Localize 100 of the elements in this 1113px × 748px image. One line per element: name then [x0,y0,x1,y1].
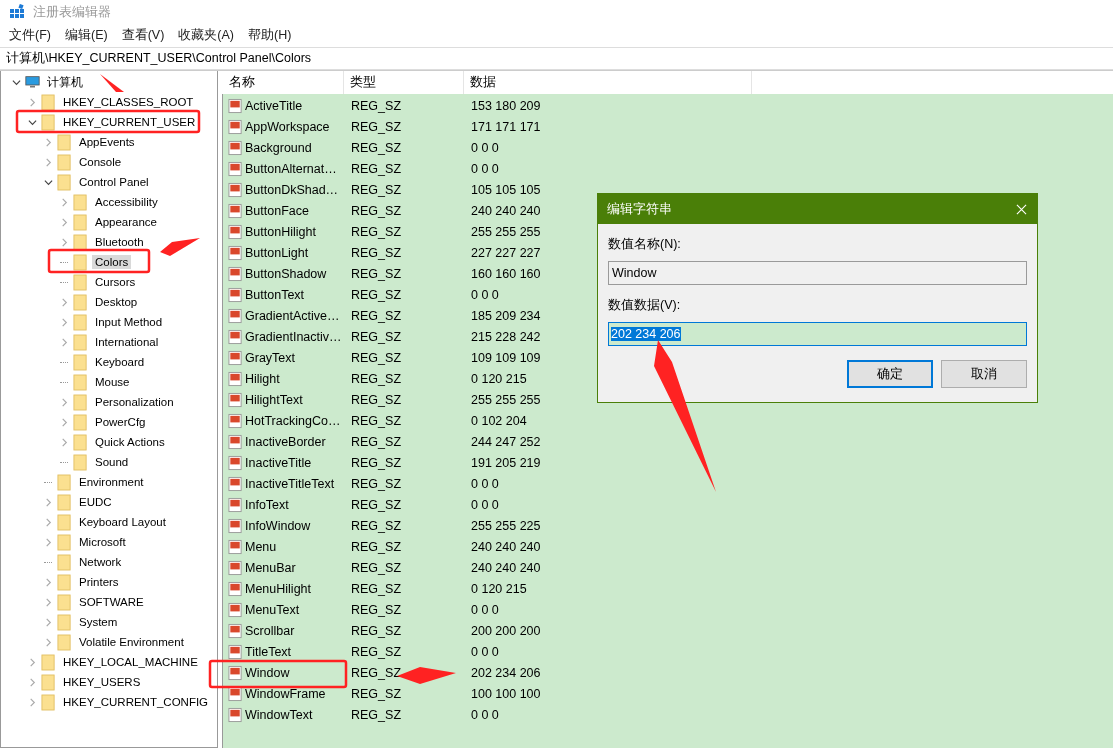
expand-chevron-icon[interactable] [43,597,53,607]
tree-item[interactable]: Environment [76,475,147,489]
table-cell: 0 102 204 [471,413,527,428]
expand-chevron-icon[interactable] [27,657,37,667]
tree-item[interactable]: Bluetooth [92,235,147,249]
tree-item[interactable]: Quick Actions [92,435,168,449]
menu-item[interactable]: 编辑(E) [57,26,115,44]
expand-chevron-icon[interactable] [59,217,69,227]
tree-item[interactable]: Console [76,155,125,169]
folder-icon [57,153,72,171]
expand-chevron-icon[interactable] [59,417,69,427]
tree-item[interactable]: Mouse [92,375,133,389]
expand-chevron-icon[interactable] [27,677,37,687]
table-cell: REG_SZ [351,140,401,155]
table-cell: 185 209 234 [471,308,541,323]
tree-item[interactable]: Printers [76,575,122,589]
expand-chevron-icon[interactable] [59,397,69,407]
registry-app-icon [9,4,25,20]
tree-item[interactable]: International [92,335,162,349]
address-bar[interactable]: 计算机\HKEY_CURRENT_USER\Control Panel\Colors [0,47,1113,70]
table-cell: REG_SZ [351,266,401,281]
tree-item[interactable]: Accessibility [92,195,161,209]
expand-chevron-icon[interactable] [43,577,53,587]
close-icon[interactable] [1016,203,1027,215]
expand-chevron-icon[interactable] [59,337,69,347]
value-data-field[interactable]: 202 234 206 [608,322,1027,346]
expand-chevron-icon[interactable] [27,697,37,707]
tree-item[interactable]: Microsoft [76,535,129,549]
folder-icon [73,373,88,391]
tree-item[interactable]: Cursors [92,275,139,289]
tree-item[interactable]: HKEY_CLASSES_ROOT [60,95,197,109]
tree-item[interactable]: Desktop [92,295,141,309]
table-cell: 255 255 255 [471,224,541,239]
tree-item[interactable]: Network [76,555,125,569]
folder-icon [57,573,72,591]
tree-item[interactable]: EUDC [76,495,115,509]
tree-item[interactable]: SOFTWARE [76,595,147,609]
expand-chevron-icon[interactable] [43,157,53,167]
expand-chevron-icon[interactable] [43,497,53,507]
tree-item[interactable]: Volatile Environment [76,635,187,649]
table-cell: 0 0 0 [471,140,499,155]
table-cell: REG_SZ [351,203,401,218]
folder-icon [41,113,56,131]
table-cell: ButtonFace [245,203,309,218]
table-cell: REG_SZ [351,161,401,176]
table-cell: REG_SZ [351,497,401,512]
table-cell: REG_SZ [351,329,401,344]
collapse-chevron-icon[interactable] [27,117,37,127]
tree-item[interactable]: 计算机 [44,73,86,91]
tree-item[interactable]: Appearance [92,215,161,229]
collapse-chevron-icon[interactable] [11,77,21,87]
window-title: 注册表编辑器 [33,3,111,21]
tree-item[interactable]: HKEY_CURRENT_USER [60,115,199,129]
tree-item[interactable]: HKEY_CURRENT_CONFIG [60,695,212,709]
expand-chevron-icon[interactable] [59,237,69,247]
tree-item[interactable]: HKEY_LOCAL_MACHINE [60,655,201,669]
tree-item[interactable]: System [76,615,121,629]
tree-item[interactable]: PowerCfg [92,415,149,429]
expand-chevron-icon[interactable] [27,97,37,107]
table-cell: 202 234 206 [471,665,541,680]
dialog-button[interactable]: 确定 [847,360,933,388]
menu-item[interactable]: 查看(V) [114,26,172,44]
string-value-icon [228,538,243,555]
tree-item[interactable]: Personalization [92,395,177,409]
expand-chevron-icon[interactable] [59,197,69,207]
annotation-arrow [100,74,124,92]
annotation-arrow [160,238,200,256]
tree-item[interactable]: Keyboard [92,355,148,369]
string-value-icon [228,97,243,114]
expand-chevron-icon[interactable] [43,617,53,627]
tree-item[interactable]: Control Panel [76,175,152,189]
tree-item[interactable]: Sound [92,455,132,469]
table-cell: REG_SZ [351,560,401,575]
tree-item[interactable]: HKEY_USERS [60,675,144,689]
menu-item[interactable]: 文件(F) [2,26,58,44]
table-cell: REG_SZ [351,665,401,680]
value-name-field[interactable]: Window [608,261,1027,285]
expand-chevron-icon[interactable] [43,517,53,527]
folder-icon [73,393,88,411]
folder-icon [73,293,88,311]
menu-item[interactable]: 收藏夹(A) [171,26,241,44]
expand-chevron-icon[interactable] [43,537,53,547]
collapse-chevron-icon[interactable] [43,177,53,187]
expand-chevron-icon[interactable] [59,437,69,447]
expand-chevron-icon[interactable] [43,137,53,147]
string-value-icon [228,244,243,261]
table-cell: Scrollbar [245,623,295,638]
table-cell: ButtonShadow [245,266,327,281]
tree-item[interactable]: Input Method [92,315,166,329]
tree-item[interactable]: Keyboard Layout [76,515,169,529]
expand-chevron-icon[interactable] [43,637,53,647]
expand-chevron-icon[interactable] [59,317,69,327]
menu-item[interactable]: 帮助(H) [241,26,299,44]
folder-icon [57,533,72,551]
tree-item[interactable]: AppEvents [76,135,138,149]
string-value-icon [228,664,243,681]
string-value-icon [228,580,243,597]
expand-chevron-icon[interactable] [59,297,69,307]
dialog-button[interactable]: 取消 [941,360,1027,388]
tree-item[interactable]: Colors [92,255,132,269]
